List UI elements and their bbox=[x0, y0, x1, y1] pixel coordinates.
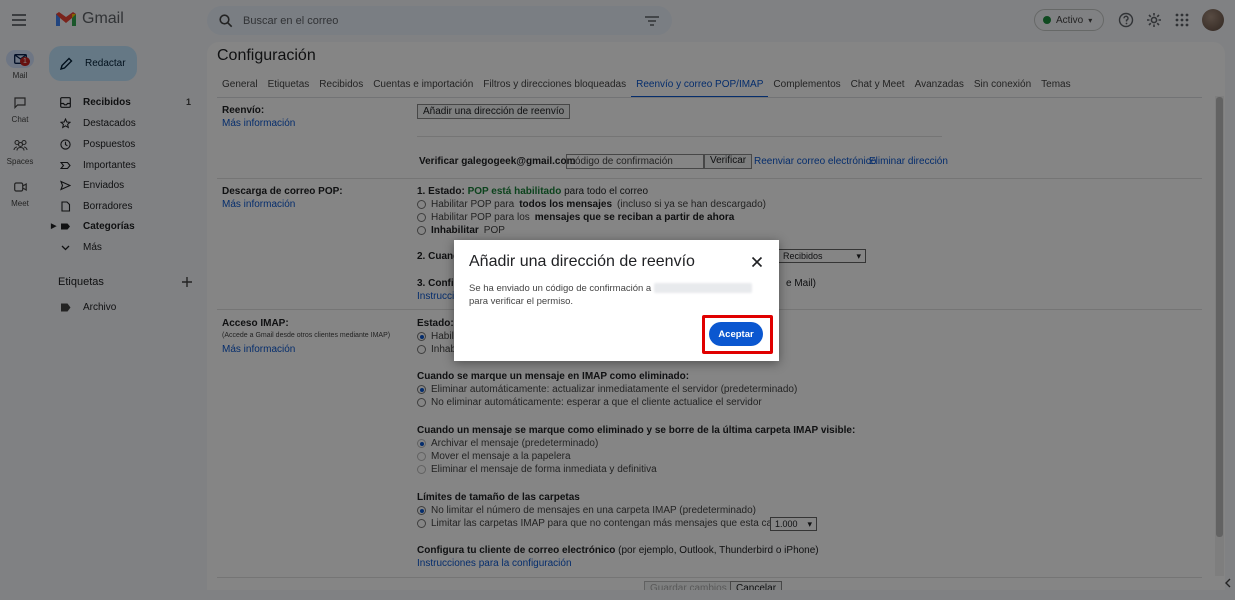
dialog-message-suffix: para verificar el permiso. bbox=[469, 296, 574, 307]
dialog-title: Añadir una dirección de reenvío bbox=[469, 253, 695, 270]
dialog-message-prefix: Se ha enviado un código de confirmación … bbox=[469, 283, 652, 294]
close-icon bbox=[751, 256, 763, 268]
redacted-email bbox=[653, 283, 752, 294]
accept-button[interactable]: Aceptar bbox=[709, 322, 763, 346]
dialog-close-button[interactable] bbox=[749, 254, 765, 270]
dialog-message: Se ha enviado un código de confirmación … bbox=[469, 282, 759, 308]
